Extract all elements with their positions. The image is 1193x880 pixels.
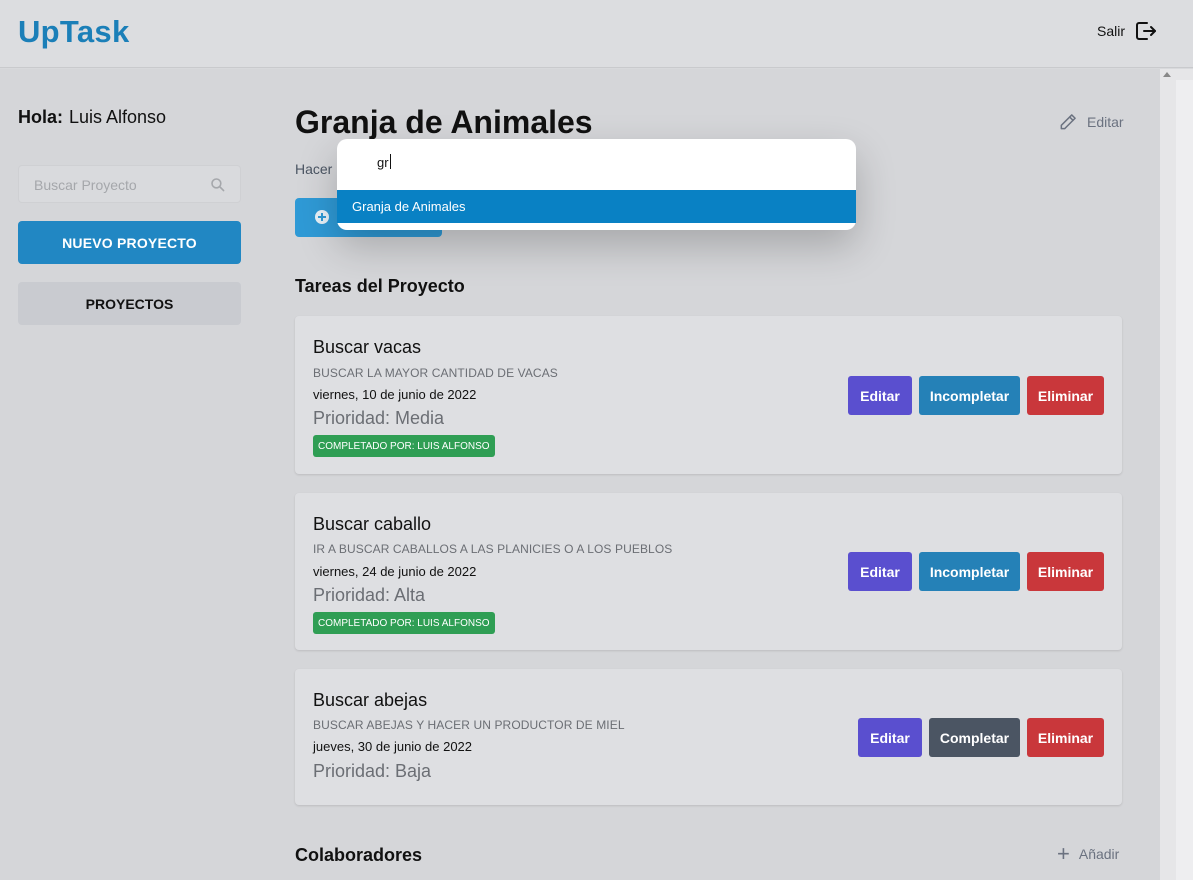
scrollbar[interactable]: [1176, 80, 1193, 880]
toggle-task-button[interactable]: Incompletar: [919, 552, 1020, 591]
logout-icon: [1136, 22, 1156, 40]
page-title: Granja de Animales: [295, 104, 593, 140]
task-card: Buscar abejas BUSCAR ABEJAS Y HACER UN P…: [295, 669, 1122, 805]
task-description: BUSCAR LA MAYOR CANTIDAD DE VACAS: [313, 366, 558, 380]
task-actions: Editar Incompletar Eliminar: [848, 376, 1104, 415]
palette-query: gr: [377, 155, 389, 170]
add-collaborator-button[interactable]: + Añadir: [1057, 841, 1120, 866]
toggle-task-button[interactable]: Completar: [929, 718, 1020, 757]
task-description: IR A BUSCAR CABALLOS A LAS PLANICIES O A…: [313, 542, 673, 556]
search-placeholder: Buscar Proyecto: [34, 177, 137, 193]
user-greeting: Hola: Luis Alfonso: [18, 107, 166, 128]
task-date: jueves, 30 de junio de 2022: [313, 739, 473, 754]
task-priority: Prioridad: Alta: [313, 585, 426, 605]
task-description: BUSCAR ABEJAS Y HACER UN PRODUCTOR DE MI…: [313, 718, 625, 732]
task-name: Buscar vacas: [313, 337, 422, 357]
task-actions: Editar Completar Eliminar: [858, 718, 1104, 757]
task-actions: Editar Incompletar Eliminar: [848, 552, 1104, 591]
delete-task-button[interactable]: Eliminar: [1027, 552, 1104, 591]
projects-button[interactable]: PROYECTOS: [18, 282, 241, 325]
completed-by-badge: COMPLETADO POR: LUIS ALFONSO: [313, 435, 495, 457]
user-name: Luis Alfonso: [69, 107, 167, 127]
add-collaborator-label: Añadir: [1078, 846, 1120, 862]
palette-search-input[interactable]: gr: [377, 154, 391, 170]
completed-by-badge: COMPLETADO POR: LUIS ALFONSO: [313, 612, 495, 634]
project-search-input[interactable]: Buscar Proyecto: [18, 165, 241, 203]
palette-result-item[interactable]: Granja de Animales: [337, 190, 856, 223]
task-card: Buscar vacas BUSCAR LA MAYOR CANTIDAD DE…: [295, 316, 1122, 474]
greeting-prefix: Hola:: [18, 107, 63, 127]
task-date: viernes, 24 de junio de 2022: [313, 564, 477, 579]
text-caret: [389, 154, 391, 169]
edit-task-button[interactable]: Editar: [858, 718, 922, 757]
task-date: viernes, 10 de junio de 2022: [313, 387, 477, 402]
new-project-button[interactable]: NUEVO PROYECTO: [18, 221, 241, 264]
logout-label: Salir: [1096, 23, 1125, 39]
task-priority: Prioridad: Media: [313, 408, 445, 428]
task-name: Buscar abejas: [313, 690, 428, 710]
toggle-task-button[interactable]: Incompletar: [919, 376, 1020, 415]
tasks-section-title: Tareas del Proyecto: [295, 276, 465, 296]
edit-task-button[interactable]: Editar: [848, 376, 912, 415]
collaborators-section-title: Colaboradores: [295, 845, 423, 865]
task-priority: Prioridad: Baja: [313, 761, 432, 781]
new-task-text: Hacer: [295, 161, 333, 177]
task-card: Buscar caballo IR A BUSCAR CABALLOS A LA…: [295, 493, 1122, 650]
search-icon: [211, 178, 225, 192]
delete-task-button[interactable]: Eliminar: [1027, 718, 1104, 757]
edit-project-button[interactable]: Editar: [1058, 112, 1124, 132]
scroll-up-arrow-icon[interactable]: [1163, 72, 1171, 77]
task-name: Buscar caballo: [313, 514, 432, 534]
pencil-icon: [1060, 114, 1076, 130]
edit-project-label: Editar: [1087, 114, 1124, 130]
logout-button[interactable]: Salir: [1097, 19, 1157, 43]
plus-icon: +: [1057, 841, 1070, 866]
delete-task-button[interactable]: Eliminar: [1027, 376, 1104, 415]
top-header: UpTask Salir: [0, 0, 1193, 68]
app-logo[interactable]: UpTask: [18, 14, 129, 50]
edit-task-button[interactable]: Editar: [848, 552, 912, 591]
plus-circle-icon: [315, 210, 329, 224]
